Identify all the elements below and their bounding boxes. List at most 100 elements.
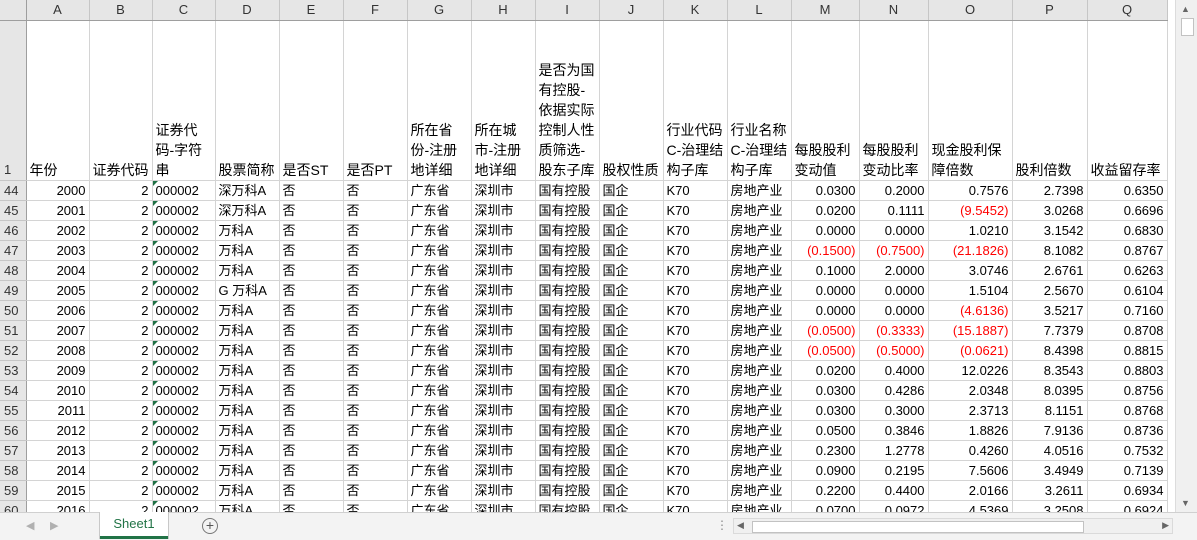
cell-code[interactable]: 2: [89, 400, 153, 421]
cell-st[interactable]: 否: [279, 200, 344, 221]
cell-p[interactable]: 7.9136: [1012, 420, 1088, 441]
cell-prov[interactable]: 广东省: [407, 300, 472, 321]
cell-n[interactable]: (0.5000): [859, 340, 929, 361]
cell-equity[interactable]: 国企: [599, 260, 664, 281]
cell-pt[interactable]: 否: [343, 220, 408, 241]
cell-pt[interactable]: 否: [343, 420, 408, 441]
cell-ind-code[interactable]: K70: [663, 500, 728, 512]
cell-city[interactable]: 深圳市: [471, 240, 536, 261]
cell-prov[interactable]: 广东省: [407, 400, 472, 421]
cell-equity[interactable]: 国企: [599, 420, 664, 441]
cell-code[interactable]: 2: [89, 200, 153, 221]
cell-equity[interactable]: 国企: [599, 200, 664, 221]
cell-n[interactable]: 0.0000: [859, 300, 929, 321]
cell-code-str[interactable]: 000002: [152, 440, 216, 461]
cell-name[interactable]: 万科A: [215, 340, 280, 361]
cell-code-str[interactable]: 000002: [152, 240, 216, 261]
cell-m[interactable]: 0.0300: [791, 380, 860, 401]
scroll-left-icon[interactable]: ◀: [737, 520, 744, 531]
cell-ind-name[interactable]: 房地产业: [727, 360, 792, 381]
triangle-left-icon[interactable]: ◀: [26, 519, 34, 532]
cell-m[interactable]: 0.0000: [791, 220, 860, 241]
row-header[interactable]: 53: [0, 360, 27, 381]
cell-st[interactable]: 否: [279, 380, 344, 401]
cell-code[interactable]: 2: [89, 500, 153, 512]
column-header-b[interactable]: B: [89, 0, 153, 21]
header-cell[interactable]: 行业代码C-治理结构子库: [663, 20, 728, 181]
cell-p[interactable]: 3.2508: [1012, 500, 1088, 512]
cell-code[interactable]: 2: [89, 420, 153, 441]
cell-year[interactable]: 2006: [26, 300, 90, 321]
cell-year[interactable]: 2008: [26, 340, 90, 361]
cell-ind-code[interactable]: K70: [663, 320, 728, 341]
cell-m[interactable]: 0.0300: [791, 180, 860, 201]
cell-m[interactable]: 0.0200: [791, 360, 860, 381]
cell-code[interactable]: 2: [89, 260, 153, 281]
cell-o[interactable]: 1.0210: [928, 220, 1013, 241]
cell-code-str[interactable]: 000002: [152, 200, 216, 221]
cell-p[interactable]: 4.0516: [1012, 440, 1088, 461]
cell-m[interactable]: 0.2300: [791, 440, 860, 461]
cell-n[interactable]: 0.4400: [859, 480, 929, 501]
cell-o[interactable]: 4.5369: [928, 500, 1013, 512]
cell-code[interactable]: 2: [89, 380, 153, 401]
cell-ind-code[interactable]: K70: [663, 420, 728, 441]
cell-soe[interactable]: 国有控股: [535, 500, 600, 512]
header-cell[interactable]: 是否PT: [343, 20, 408, 181]
cell-equity[interactable]: 国企: [599, 440, 664, 461]
cell-year[interactable]: 2001: [26, 200, 90, 221]
cell-name[interactable]: 万科A: [215, 260, 280, 281]
cell-o[interactable]: (4.6136): [928, 300, 1013, 321]
header-cell[interactable]: 年份: [26, 20, 90, 181]
cell-soe[interactable]: 国有控股: [535, 180, 600, 201]
cell-p[interactable]: 2.6761: [1012, 260, 1088, 281]
cell-name[interactable]: 万科A: [215, 320, 280, 341]
cell-prov[interactable]: 广东省: [407, 200, 472, 221]
header-cell[interactable]: 股权性质: [599, 20, 664, 181]
cell-m[interactable]: 0.0900: [791, 460, 860, 481]
cell-equity[interactable]: 国企: [599, 340, 664, 361]
column-header-p[interactable]: P: [1012, 0, 1088, 21]
cell-name[interactable]: 万科A: [215, 240, 280, 261]
cell-ind-code[interactable]: K70: [663, 240, 728, 261]
cell-soe[interactable]: 国有控股: [535, 280, 600, 301]
cell-year[interactable]: 2003: [26, 240, 90, 261]
cell-n[interactable]: 0.0972: [859, 500, 929, 512]
column-header-d[interactable]: D: [215, 0, 280, 21]
cell-ind-name[interactable]: 房地产业: [727, 420, 792, 441]
cell-q[interactable]: 0.7160: [1087, 300, 1168, 321]
cell-o[interactable]: 2.0348: [928, 380, 1013, 401]
cell-prov[interactable]: 广东省: [407, 340, 472, 361]
cell-p[interactable]: 8.4398: [1012, 340, 1088, 361]
cell-q[interactable]: 0.6350: [1087, 180, 1168, 201]
cell-prov[interactable]: 广东省: [407, 500, 472, 512]
cell-city[interactable]: 深圳市: [471, 320, 536, 341]
cell-name[interactable]: G 万科A: [215, 280, 280, 301]
cell-code-str[interactable]: 000002: [152, 260, 216, 281]
cell-equity[interactable]: 国企: [599, 360, 664, 381]
cell-code-str[interactable]: 000002: [152, 480, 216, 501]
cell-soe[interactable]: 国有控股: [535, 460, 600, 481]
cell-q[interactable]: 0.6934: [1087, 480, 1168, 501]
cell-ind-code[interactable]: K70: [663, 340, 728, 361]
cell-prov[interactable]: 广东省: [407, 260, 472, 281]
cell-year[interactable]: 2007: [26, 320, 90, 341]
cell-n[interactable]: 0.0000: [859, 220, 929, 241]
row-header[interactable]: 54: [0, 380, 27, 401]
cell-name[interactable]: 万科A: [215, 460, 280, 481]
cell-p[interactable]: 8.1151: [1012, 400, 1088, 421]
header-cell[interactable]: 所在城市-注册地详细: [471, 20, 536, 181]
cell-prov[interactable]: 广东省: [407, 240, 472, 261]
cell-code-str[interactable]: 000002: [152, 340, 216, 361]
cell-city[interactable]: 深圳市: [471, 440, 536, 461]
cell-city[interactable]: 深圳市: [471, 280, 536, 301]
cell-code-str[interactable]: 000002: [152, 300, 216, 321]
column-header-m[interactable]: M: [791, 0, 860, 21]
cell-equity[interactable]: 国企: [599, 240, 664, 261]
cell-ind-code[interactable]: K70: [663, 200, 728, 221]
column-header-k[interactable]: K: [663, 0, 728, 21]
cell-code[interactable]: 2: [89, 240, 153, 261]
cell-ind-code[interactable]: K70: [663, 480, 728, 501]
row-header[interactable]: 49: [0, 280, 27, 301]
cell-pt[interactable]: 否: [343, 460, 408, 481]
